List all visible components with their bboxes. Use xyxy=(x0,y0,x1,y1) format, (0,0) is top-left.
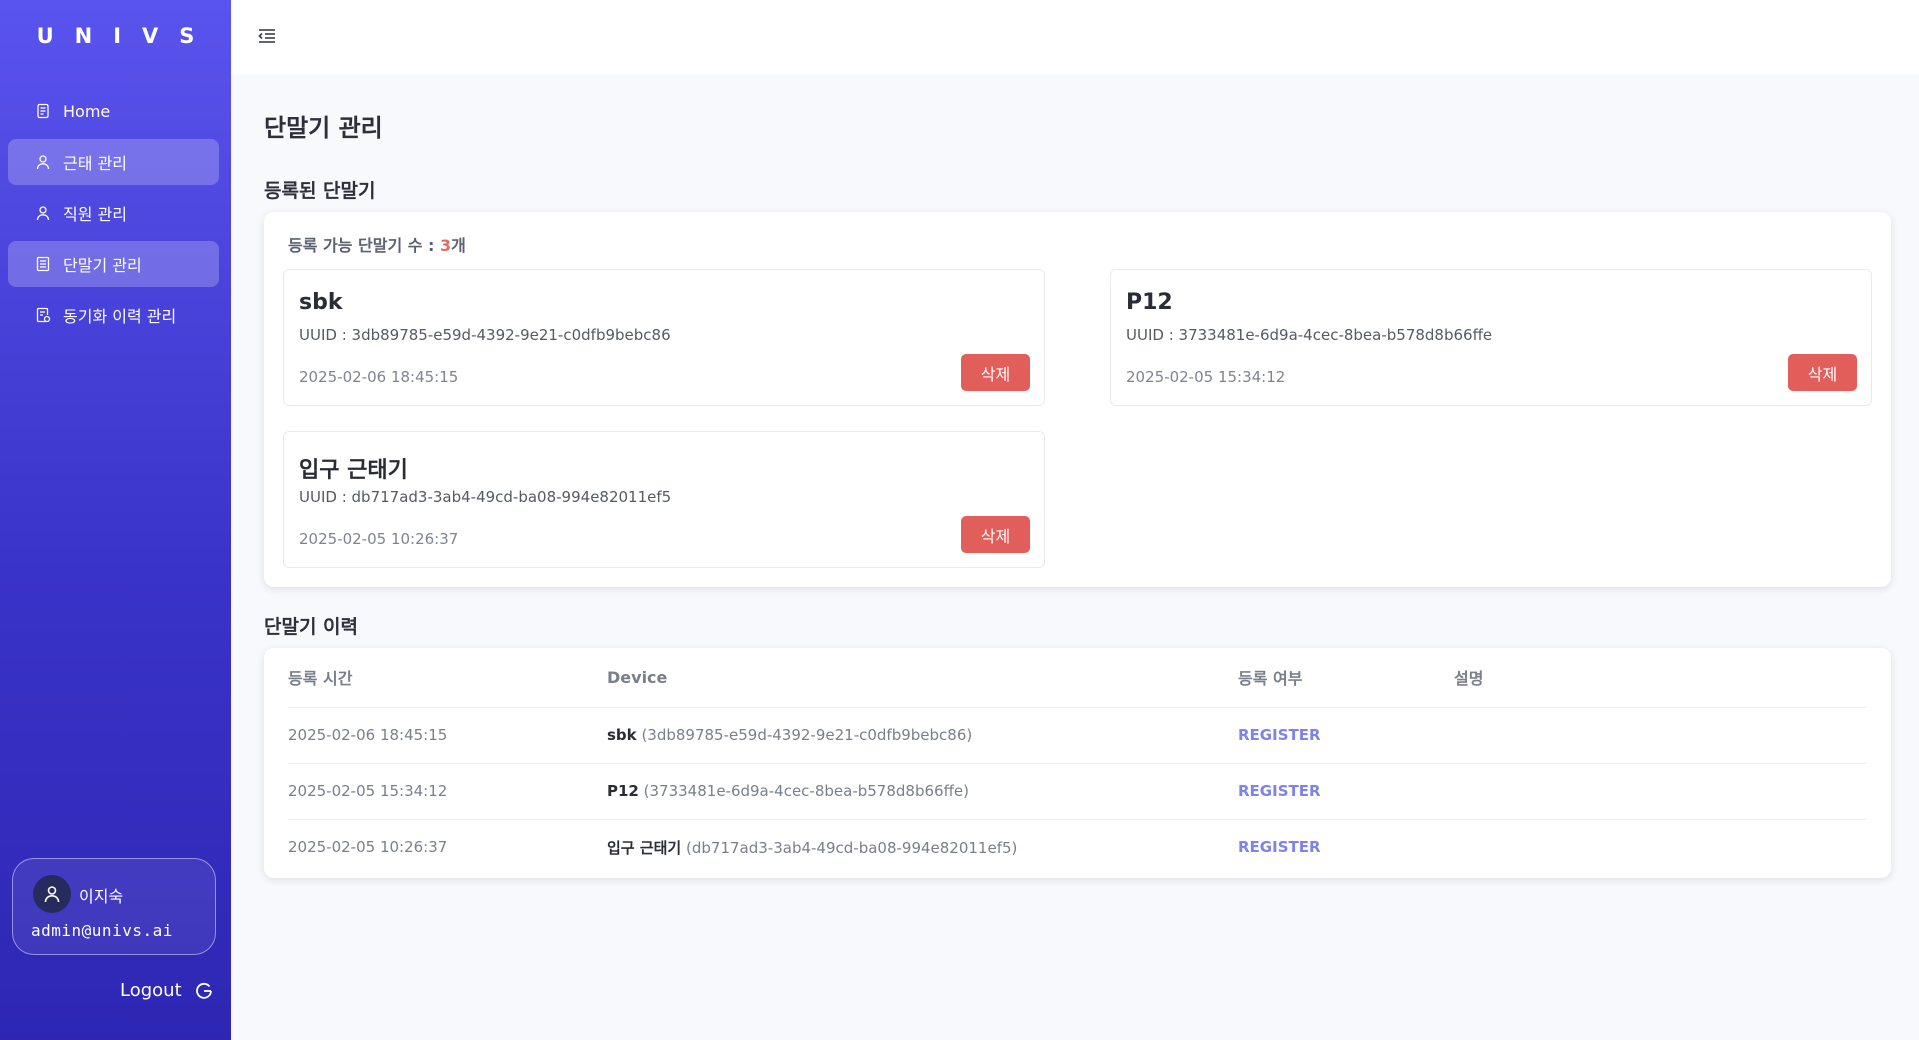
document-icon xyxy=(35,103,51,119)
sidebar-item-label: Home xyxy=(63,101,111,121)
logout-icon xyxy=(194,981,214,1001)
column-header: 등록 시간 xyxy=(288,648,607,708)
person-icon xyxy=(44,886,60,903)
table-row: 2025-02-05 15:34:12 P12 (3733481e-6d9a-4… xyxy=(288,763,1867,820)
device-history-title: 단말기 이력 xyxy=(264,616,359,638)
table-row: 2025-02-05 10:26:37 입구 근태기 (db717ad3-3ab… xyxy=(288,819,1867,875)
sidebar-item-attendance[interactable]: 근태 관리 xyxy=(8,139,219,185)
cell-status: REGISTER xyxy=(1238,707,1454,764)
sidebar-item-label: 동기화 이력 관리 xyxy=(63,307,177,326)
user-name: 이지숙 xyxy=(79,887,124,906)
device-date: 2025-02-05 10:26:37 xyxy=(299,530,459,548)
user-card: 이지숙 admin@univs.ai xyxy=(12,858,216,955)
device-card: sbk UUID : 3db89785-e59d-4392-9e21-c0dfb… xyxy=(283,269,1045,406)
cell-status: REGISTER xyxy=(1238,838,1321,857)
column-header: Device xyxy=(607,648,1238,708)
cell-status: REGISTER xyxy=(1238,763,1454,820)
column-header: 설명 xyxy=(1454,648,1867,708)
history-doc-icon xyxy=(35,307,51,323)
column-header: 등록 여부 xyxy=(1238,648,1454,708)
device-card: P12 UUID : 3733481e-6d9a-4cec-8bea-b578d… xyxy=(1110,269,1872,406)
device-name: P12 xyxy=(1126,290,1173,315)
cell-desc xyxy=(1454,763,1867,820)
delete-button[interactable]: 삭제 xyxy=(961,354,1030,391)
sidebar-item-home[interactable]: Home xyxy=(8,88,219,134)
cell-time: 2025-02-05 15:34:12 xyxy=(288,763,607,820)
sidebar-item-devices[interactable]: 단말기 관리 xyxy=(8,241,219,287)
registered-devices-panel: 등록 가능 단말기 수 : 3개 sbk UUID : 3db89785-e59… xyxy=(264,212,1891,587)
cell-device: P12 (3733481e-6d9a-4cec-8bea-b578d8b66ff… xyxy=(607,763,1238,820)
device-name: 입구 근태기 xyxy=(299,458,408,483)
sidebar-nav: Home 근태 관리 직원 관리 단말기 관리 동기화 이력 관리 xyxy=(8,88,219,343)
device-history-table: 등록 시간 Device 등록 여부 설명 2025-02-06 18:45:1… xyxy=(288,648,1867,875)
device-date: 2025-02-06 18:45:15 xyxy=(299,368,459,386)
table-header-row: 등록 시간 Device 등록 여부 설명 xyxy=(288,648,1867,708)
person-icon xyxy=(35,205,51,221)
sidebar: UNIVS Home 근태 관리 직원 관리 단말기 관리 동기화 이력 관리 … xyxy=(0,0,231,1040)
person-icon xyxy=(35,154,51,170)
user-email: admin@univs.ai xyxy=(31,921,173,940)
registered-devices-title: 등록된 단말기 xyxy=(264,180,376,202)
device-uuid: UUID : 3733481e-6d9a-4cec-8bea-b578d8b66… xyxy=(1126,326,1493,344)
cell-desc xyxy=(1454,707,1867,764)
delete-button[interactable]: 삭제 xyxy=(961,516,1030,553)
cell-device: sbk (3db89785-e59d-4392-9e21-c0dfb9bebc8… xyxy=(607,707,1238,764)
page-title: 단말기 관리 xyxy=(264,114,383,142)
available-count: 등록 가능 단말기 수 : 3개 xyxy=(288,236,466,255)
sidebar-item-employees[interactable]: 직원 관리 xyxy=(8,190,219,236)
device-card: 입구 근태기 UUID : db717ad3-3ab4-49cd-ba08-99… xyxy=(283,431,1045,568)
brand-logo[interactable]: UNIVS xyxy=(0,24,231,48)
menu-toggle-icon[interactable] xyxy=(257,26,277,46)
device-date: 2025-02-05 15:34:12 xyxy=(1126,368,1286,386)
cell-desc xyxy=(1454,819,1867,875)
device-uuid: UUID : 3db89785-e59d-4392-9e21-c0dfb9beb… xyxy=(299,326,671,344)
device-uuid: UUID : db717ad3-3ab4-49cd-ba08-994e82011… xyxy=(299,488,672,506)
list-icon xyxy=(35,256,51,272)
logout-label: Logout xyxy=(120,980,182,1001)
top-bar xyxy=(231,0,1919,74)
sidebar-item-label: 직원 관리 xyxy=(63,205,127,224)
sidebar-item-label: 근태 관리 xyxy=(63,154,127,173)
cell-device: 입구 근태기 (db717ad3-3ab4-49cd-ba08-994e8201… xyxy=(607,838,1018,857)
avatar xyxy=(33,875,71,913)
sidebar-item-label: 단말기 관리 xyxy=(63,256,142,275)
table-row: 2025-02-06 18:45:15 sbk (3db89785-e59d-4… xyxy=(288,707,1867,764)
device-history-panel: 등록 시간 Device 등록 여부 설명 2025-02-06 18:45:1… xyxy=(264,648,1891,878)
device-name: sbk xyxy=(299,290,343,315)
logout-button[interactable]: Logout xyxy=(120,980,214,1001)
available-count-value: 3 xyxy=(440,236,452,255)
cell-time: 2025-02-06 18:45:15 xyxy=(288,707,607,764)
sidebar-item-sync-history[interactable]: 동기화 이력 관리 xyxy=(8,292,219,338)
delete-button[interactable]: 삭제 xyxy=(1788,354,1857,391)
cell-time: 2025-02-05 10:26:37 xyxy=(288,838,448,857)
